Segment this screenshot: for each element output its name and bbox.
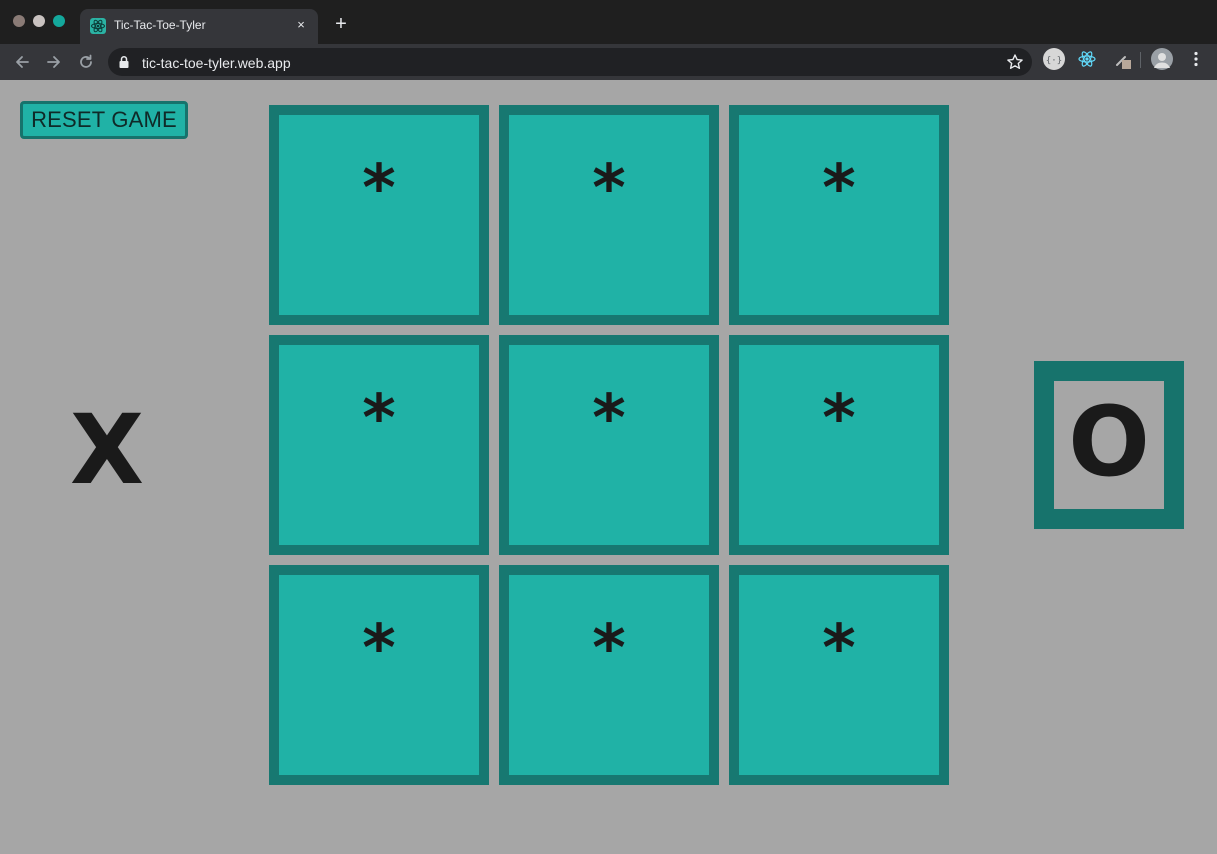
eyedropper-extension-icon[interactable] <box>1112 48 1134 70</box>
url-text: tic-tac-toe-tyler.web.app <box>142 55 291 71</box>
window-close-button[interactable] <box>13 15 25 27</box>
board-cell[interactable]: * <box>269 565 489 785</box>
board-cell[interactable]: * <box>269 105 489 325</box>
cell-mark: * <box>592 612 626 686</box>
profile-avatar[interactable] <box>1151 48 1173 70</box>
game-board: * * * * * * * * * <box>269 105 949 785</box>
browser-chrome: Tic-Tac-Toe-Tyler × + tic-tac-toe-tyler.… <box>0 0 1217 80</box>
cell-mark: * <box>592 382 626 456</box>
board-cell[interactable]: * <box>499 105 719 325</box>
kebab-menu-icon[interactable] <box>1186 48 1206 70</box>
tab-title: Tic-Tac-Toe-Tyler <box>114 18 206 32</box>
svg-text:{·}: {·} <box>1046 56 1062 66</box>
cell-mark: * <box>822 382 856 456</box>
game-page: RESET GAME X * * * * * * * * * O <box>0 80 1217 854</box>
cell-mark: * <box>362 152 396 226</box>
player-x-indicator: X <box>69 394 144 506</box>
lock-icon <box>118 55 130 69</box>
board-cell[interactable]: * <box>729 335 949 555</box>
player-o-indicator-active: O <box>1034 361 1184 529</box>
forward-arrow-icon[interactable] <box>41 49 67 75</box>
star-icon[interactable] <box>1006 53 1024 71</box>
cell-mark: * <box>362 382 396 456</box>
board-cell[interactable]: * <box>499 335 719 555</box>
new-tab-button[interactable]: + <box>330 13 352 35</box>
board-cell[interactable]: * <box>729 565 949 785</box>
reset-game-button[interactable]: RESET GAME <box>20 101 188 139</box>
toolbar-separator <box>1140 52 1141 68</box>
window-minimize-button[interactable] <box>33 15 45 27</box>
react-devtools-icon[interactable] <box>1076 48 1098 70</box>
cell-mark: * <box>822 152 856 226</box>
board-cell[interactable]: * <box>499 565 719 785</box>
reload-icon[interactable] <box>73 49 99 75</box>
cell-mark: * <box>362 612 396 686</box>
tab-close-icon[interactable]: × <box>292 16 310 34</box>
browser-toolbar: tic-tac-toe-tyler.web.app <box>0 44 1217 80</box>
window-maximize-button[interactable] <box>53 15 65 27</box>
cell-mark: * <box>822 612 856 686</box>
address-bar[interactable]: tic-tac-toe-tyler.web.app <box>108 48 1032 76</box>
react-favicon-icon <box>90 18 106 34</box>
board-cell[interactable]: * <box>269 335 489 555</box>
back-arrow-icon[interactable] <box>9 49 35 75</box>
cell-mark: * <box>592 152 626 226</box>
browser-tab[interactable]: Tic-Tac-Toe-Tyler × <box>80 9 318 44</box>
board-cell[interactable]: * <box>729 105 949 325</box>
extension-icon[interactable]: {·} <box>1043 48 1065 70</box>
tab-bar: Tic-Tac-Toe-Tyler × + <box>0 0 1217 44</box>
